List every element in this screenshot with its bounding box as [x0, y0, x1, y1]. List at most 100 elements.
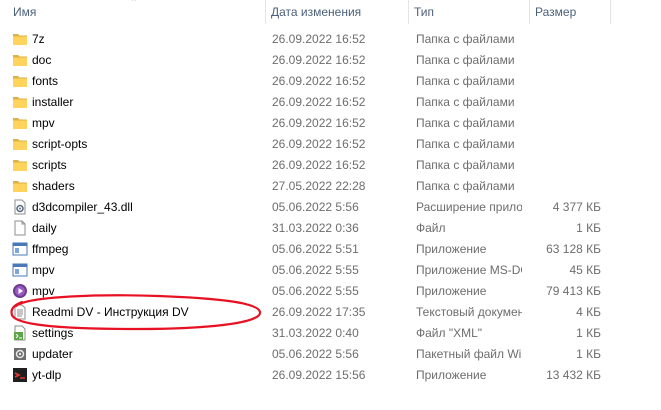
folder-icon: [12, 157, 28, 173]
file-date: 26.09.2022 16:52: [272, 32, 366, 46]
file-size: 1 КБ: [576, 347, 601, 361]
file-size: 4 КБ: [576, 305, 601, 319]
xml-settings-icon: [12, 325, 28, 341]
file-row[interactable]: mpv 05.06.2022 5:55 Приложение MS-DOS 45 КБ: [0, 260, 661, 281]
exe-app-icon: [12, 241, 28, 257]
file-name: yt-dlp: [32, 368, 62, 382]
mpv-app-icon: [12, 283, 28, 299]
file-row[interactable]: mpv 05.06.2022 5:55 Приложение 79 413 КБ: [0, 281, 661, 302]
blank-file-icon: [12, 220, 28, 236]
file-name: 7z: [32, 32, 45, 46]
file-row[interactable]: installer 26.09.2022 16:52 Папка с файлами: [0, 92, 661, 113]
file-name: mpv: [32, 263, 55, 277]
file-type: Папка с файлами: [416, 179, 515, 193]
batch-file-icon: [12, 346, 28, 362]
file-name: Readmi DV - Инструкция DV: [32, 305, 189, 319]
column-header-bar: ⌃ Имя Дата изменения Тип Размер: [0, 0, 661, 24]
file-row[interactable]: updater 05.06.2022 5:56 Пакетный файл Wind…: [0, 344, 661, 365]
column-header-date[interactable]: Дата изменения: [266, 0, 408, 24]
file-type: Приложение: [416, 368, 487, 382]
file-type: Папка с файлами: [416, 137, 515, 151]
column-header-name[interactable]: Имя: [8, 0, 265, 24]
file-size: 13 432 КБ: [546, 368, 601, 382]
file-type: Папка с файлами: [416, 53, 515, 67]
file-size: 4 377 КБ: [552, 200, 601, 214]
file-size: 1 КБ: [576, 221, 601, 235]
folder-icon: [12, 136, 28, 152]
folder-icon: [12, 178, 28, 194]
file-type: Папка с файлами: [416, 32, 515, 46]
file-name: fonts: [32, 74, 59, 88]
file-type: Пакетный файл Windows: [416, 347, 522, 361]
folder-icon: [12, 52, 28, 68]
column-divider[interactable]: [610, 0, 611, 24]
file-name: doc: [32, 53, 52, 67]
file-date: 26.09.2022 16:52: [272, 74, 366, 88]
file-type: Папка с файлами: [416, 116, 515, 130]
file-row[interactable]: doc 26.09.2022 16:52 Папка с файлами: [0, 50, 661, 71]
file-date: 05.06.2022 5:56: [272, 347, 359, 361]
file-row[interactable]: 7z 26.09.2022 16:52 Папка с файлами: [0, 29, 661, 50]
file-row[interactable]: shaders 27.05.2022 22:28 Папка с файлами: [0, 176, 661, 197]
file-date: 26.09.2022 16:52: [272, 53, 366, 67]
file-type: Файл "XML": [416, 326, 483, 340]
file-type: Приложение: [416, 284, 487, 298]
file-name: installer: [32, 95, 74, 109]
folder-icon: [12, 115, 28, 131]
column-header-type[interactable]: Тип: [409, 0, 529, 24]
file-date: 26.09.2022 16:52: [272, 116, 366, 130]
file-row[interactable]: fonts 26.09.2022 16:52 Папка с файлами: [0, 71, 661, 92]
file-size: 1 КБ: [576, 326, 601, 340]
file-size: 45 КБ: [569, 263, 601, 277]
file-name: settings: [32, 326, 74, 340]
file-name: scripts: [32, 158, 67, 172]
file-type: Приложение: [416, 242, 487, 256]
file-name: mpv: [32, 116, 55, 130]
file-row[interactable]: script-opts 26.09.2022 16:52 Папка с файла…: [0, 134, 661, 155]
file-date: 26.09.2022 17:35: [272, 305, 366, 319]
file-name: script-opts: [32, 137, 88, 151]
file-type: Приложение MS-DOS: [416, 263, 522, 277]
file-row[interactable]: mpv 26.09.2022 16:52 Папка с файлами: [0, 113, 661, 134]
dll-file-icon: [12, 199, 28, 215]
folder-icon: [12, 94, 28, 110]
file-size: 63 128 КБ: [546, 242, 601, 256]
file-date: 26.09.2022 16:52: [272, 158, 366, 172]
file-date: 26.09.2022 15:56: [272, 368, 366, 382]
file-type: Папка с файлами: [416, 95, 515, 109]
file-name: daily: [32, 221, 57, 235]
file-type: Папка с файлами: [416, 74, 515, 88]
file-date: 05.06.2022 5:56: [272, 200, 359, 214]
file-row[interactable]: d3dcompiler_43.dll 05.06.2022 5:56 Расшире…: [0, 197, 661, 218]
file-list: 7z 26.09.2022 16:52 Папка с файлами doc 26.0…: [0, 29, 661, 386]
file-row[interactable]: daily 31.03.2022 0:36 Файл 1 КБ: [0, 218, 661, 239]
exe-app-icon: [12, 262, 28, 278]
folder-icon: [12, 31, 28, 47]
file-date: 27.05.2022 22:28: [272, 179, 366, 193]
yt-dlp-app-icon: [12, 367, 28, 383]
file-row[interactable]: scripts 26.09.2022 16:52 Папка с файлами: [0, 155, 661, 176]
column-header-size[interactable]: Размер: [530, 0, 610, 24]
file-row[interactable]: yt-dlp 26.09.2022 15:56 Приложение 13 432 К…: [0, 365, 661, 386]
file-date: 26.09.2022 16:52: [272, 137, 366, 151]
file-name: ffmpeg: [32, 242, 69, 256]
file-date: 05.06.2022 5:55: [272, 263, 359, 277]
file-date: 31.03.2022 0:40: [272, 326, 359, 340]
file-date: 05.06.2022 5:51: [272, 242, 359, 256]
file-name: updater: [32, 347, 73, 361]
file-date: 31.03.2022 0:36: [272, 221, 359, 235]
file-row[interactable]: Readmi DV - Инструкция DV 26.09.2022 17:3…: [0, 302, 661, 323]
file-name: d3dcompiler_43.dll: [32, 200, 133, 214]
file-date: 05.06.2022 5:55: [272, 284, 359, 298]
file-row[interactable]: ffmpeg 05.06.2022 5:51 Приложение 63 128 КБ: [0, 239, 661, 260]
file-name: mpv: [32, 284, 55, 298]
file-row[interactable]: settings 31.03.2022 0:40 Файл "XML" 1 КБ: [0, 323, 661, 344]
file-size: 79 413 КБ: [546, 284, 601, 298]
file-type: Расширение приложения: [416, 200, 522, 214]
folder-icon: [12, 73, 28, 89]
file-type: Файл: [416, 221, 446, 235]
file-type: Папка с файлами: [416, 158, 515, 172]
file-type: Текстовый документ: [416, 305, 522, 319]
file-date: 26.09.2022 16:52: [272, 95, 366, 109]
text-document-icon: [12, 304, 28, 320]
